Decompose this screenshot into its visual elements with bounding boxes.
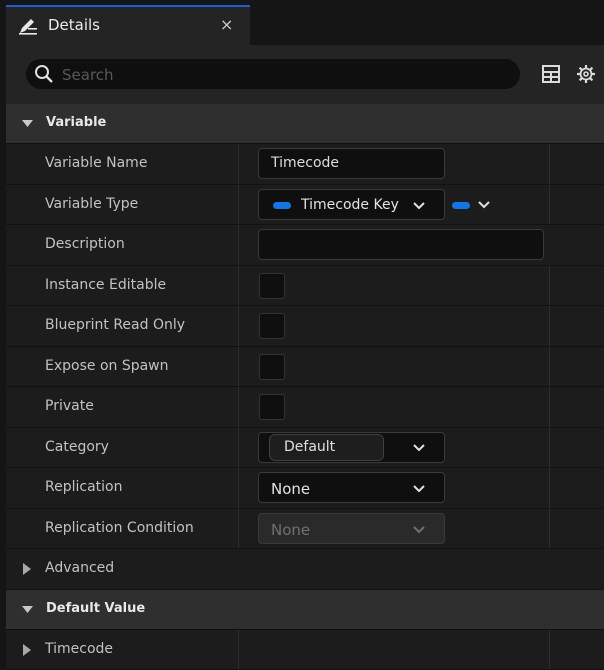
category-dropdown-button[interactable]: [405, 440, 431, 456]
section-label: Default Value: [46, 601, 145, 616]
row-private: Private: [6, 387, 604, 428]
variable-name-field[interactable]: Timecode: [258, 148, 445, 179]
replication-dropdown[interactable]: None: [258, 472, 445, 503]
column-divider: [549, 185, 550, 225]
row-variable-type: Variable Type Timecode Key: [6, 185, 604, 226]
row-instance-editable: Instance Editable: [6, 266, 604, 307]
row-replication: Replication None: [6, 468, 604, 509]
category-combo: Default: [258, 432, 445, 463]
column-divider: [549, 509, 550, 549]
chevron-down-icon: [413, 202, 425, 210]
property-label: Instance Editable: [45, 277, 166, 293]
variable-type-value: Timecode Key: [301, 197, 411, 213]
property-label: Category: [45, 439, 109, 455]
property-label: Replication: [45, 479, 122, 495]
column-divider: [549, 266, 550, 306]
private-checkbox[interactable]: [259, 394, 285, 420]
details-panel: Variable Variable Name Timecode Variable…: [6, 104, 604, 670]
column-divider: [549, 630, 550, 670]
container-type-dropdown[interactable]: [450, 195, 496, 215]
column-divider: [549, 468, 550, 508]
row-timecode[interactable]: Timecode: [6, 630, 604, 670]
property-label: Blueprint Read Only: [45, 317, 185, 333]
chevron-down-icon: [413, 444, 425, 452]
gear-icon[interactable]: [576, 64, 596, 84]
search-box[interactable]: [26, 59, 520, 89]
property-label: Replication Condition: [45, 520, 194, 536]
category-input[interactable]: Default: [269, 434, 384, 461]
property-label: Timecode: [45, 641, 113, 657]
column-divider: [238, 347, 239, 387]
blueprint-read-only-checkbox[interactable]: [259, 313, 285, 339]
search-input[interactable]: [60, 63, 504, 87]
property-label: Private: [45, 398, 94, 414]
replication-value: None: [271, 480, 310, 498]
column-divider: [549, 387, 550, 427]
advanced-label: Advanced: [45, 560, 114, 576]
single-container-icon: [452, 202, 470, 209]
column-divider: [238, 509, 239, 549]
column-divider: [549, 306, 550, 346]
collapse-arrow-icon: [22, 606, 33, 614]
column-divider: [238, 225, 239, 265]
column-divider: [549, 144, 550, 184]
row-advanced[interactable]: Advanced: [6, 549, 604, 590]
property-label: Variable Type: [45, 196, 138, 212]
column-divider: [549, 428, 550, 468]
replication-condition-dropdown: None: [258, 513, 445, 544]
row-replication-condition: Replication Condition None: [6, 509, 604, 550]
tab-details[interactable]: Details ×: [6, 5, 250, 45]
property-label: Variable Name: [45, 155, 147, 171]
chevron-down-icon: [478, 201, 490, 209]
chevron-down-icon: [413, 526, 425, 534]
row-blueprint-read-only: Blueprint Read Only: [6, 306, 604, 347]
pencil-icon: [18, 16, 38, 36]
tab-title: Details: [48, 16, 100, 34]
tab-bar: Details ×: [0, 0, 604, 45]
column-divider: [238, 630, 239, 670]
row-expose-on-spawn: Expose on Spawn: [6, 347, 604, 388]
close-icon[interactable]: ×: [220, 15, 233, 34]
details-toolbar: [6, 45, 604, 104]
pin-type-icon: [273, 202, 291, 209]
replication-condition-value: None: [271, 521, 310, 539]
column-divider: [238, 144, 239, 184]
column-divider: [238, 266, 239, 306]
column-divider: [238, 306, 239, 346]
expand-arrow-icon: [23, 563, 31, 575]
column-divider: [238, 468, 239, 508]
search-icon: [34, 64, 54, 84]
variable-type-dropdown[interactable]: Timecode Key: [258, 189, 445, 220]
section-default-value[interactable]: Default Value: [6, 590, 604, 630]
property-label: Expose on Spawn: [45, 358, 169, 374]
expand-arrow-icon: [23, 644, 31, 656]
description-field[interactable]: [258, 229, 544, 260]
row-description: Description: [6, 225, 604, 266]
column-divider: [238, 185, 239, 225]
column-divider: [238, 387, 239, 427]
section-label: Variable: [46, 115, 106, 130]
section-variable[interactable]: Variable: [6, 104, 604, 144]
column-divider: [238, 428, 239, 468]
expose-on-spawn-checkbox[interactable]: [259, 354, 285, 380]
row-category: Category Default: [6, 428, 604, 469]
collapse-arrow-icon: [22, 120, 33, 128]
instance-editable-checkbox[interactable]: [259, 273, 285, 299]
chevron-down-icon: [413, 485, 425, 493]
property-label: Description: [45, 236, 125, 252]
table-view-icon[interactable]: [542, 65, 560, 83]
row-variable-name: Variable Name Timecode: [6, 144, 604, 185]
column-divider: [549, 347, 550, 387]
